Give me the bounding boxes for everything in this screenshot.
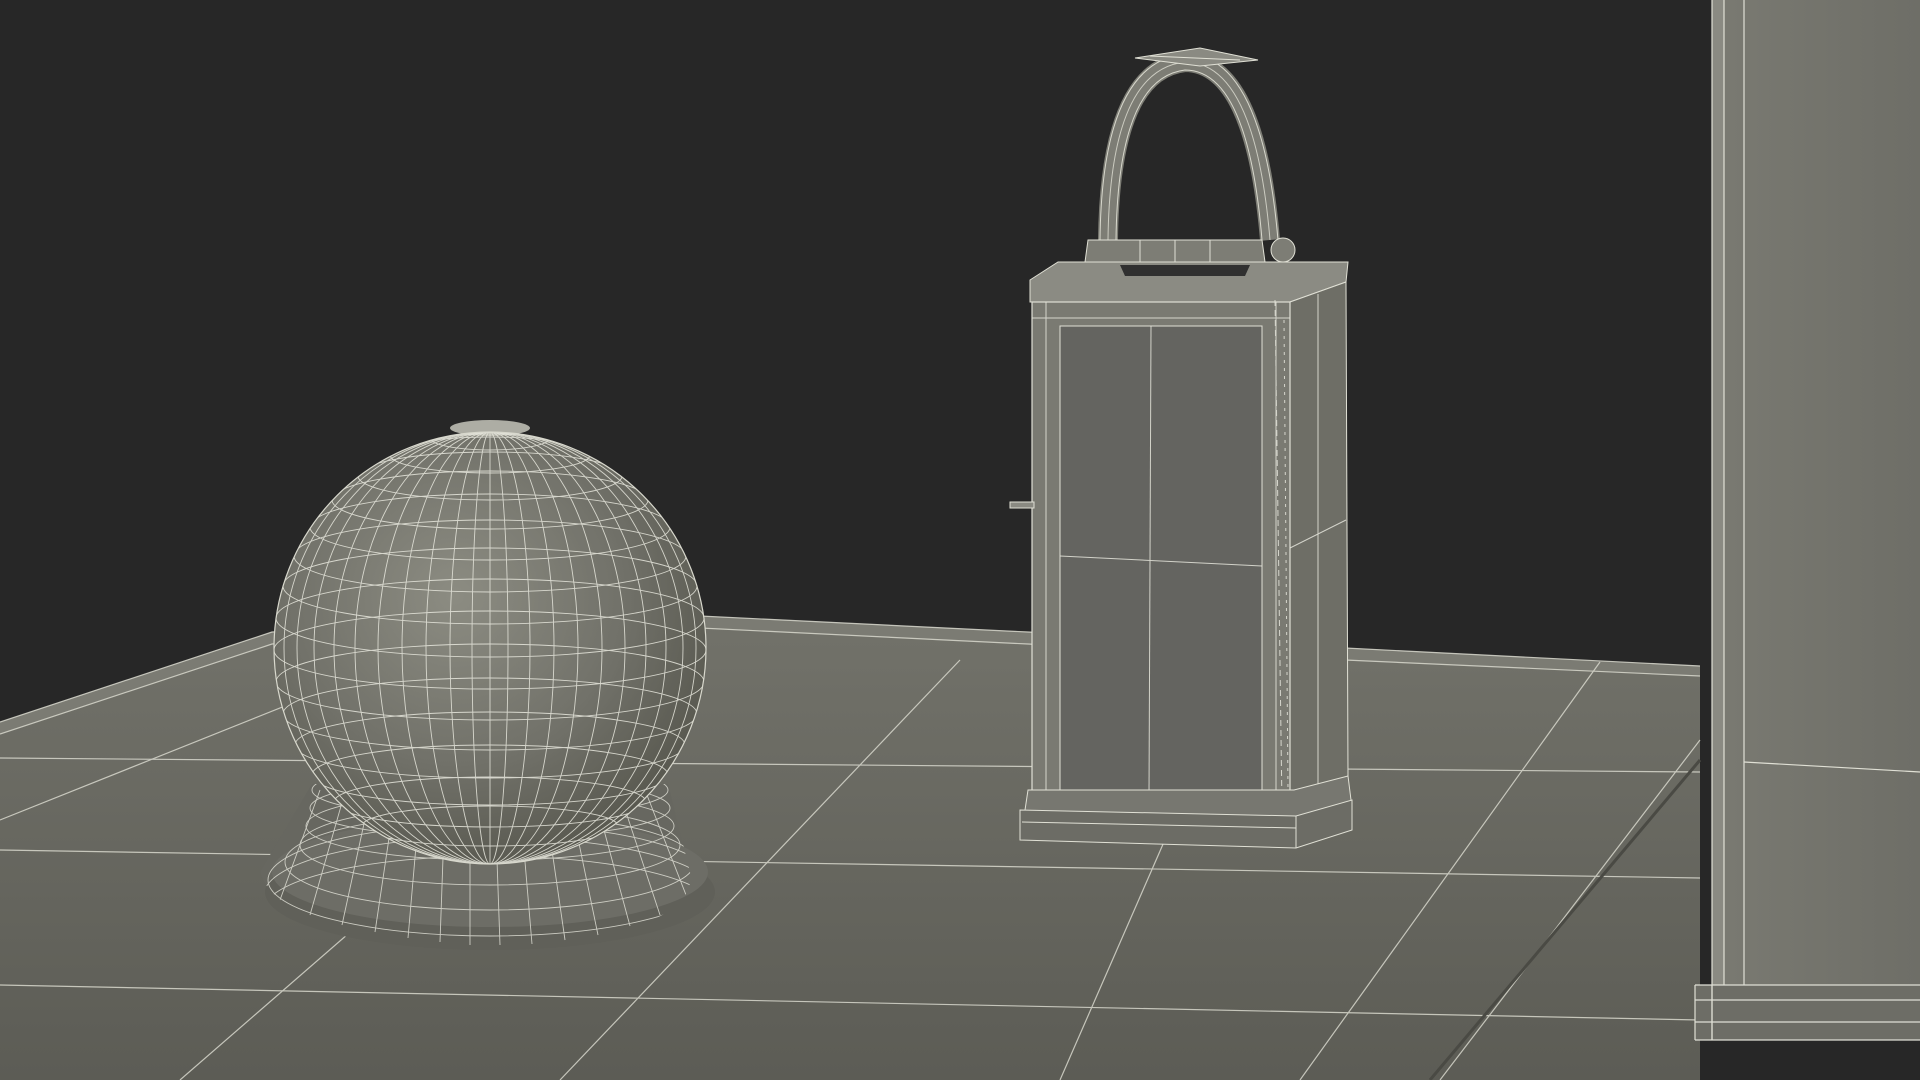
cabinet-panel[interactable]: [1694, 0, 1920, 1041]
3d-viewport[interactable]: [0, 0, 1920, 1080]
lantern[interactable]: [1009, 261, 1353, 849]
scene-render: [0, 0, 1920, 1080]
floor-platform[interactable]: [0, 615, 1702, 1080]
